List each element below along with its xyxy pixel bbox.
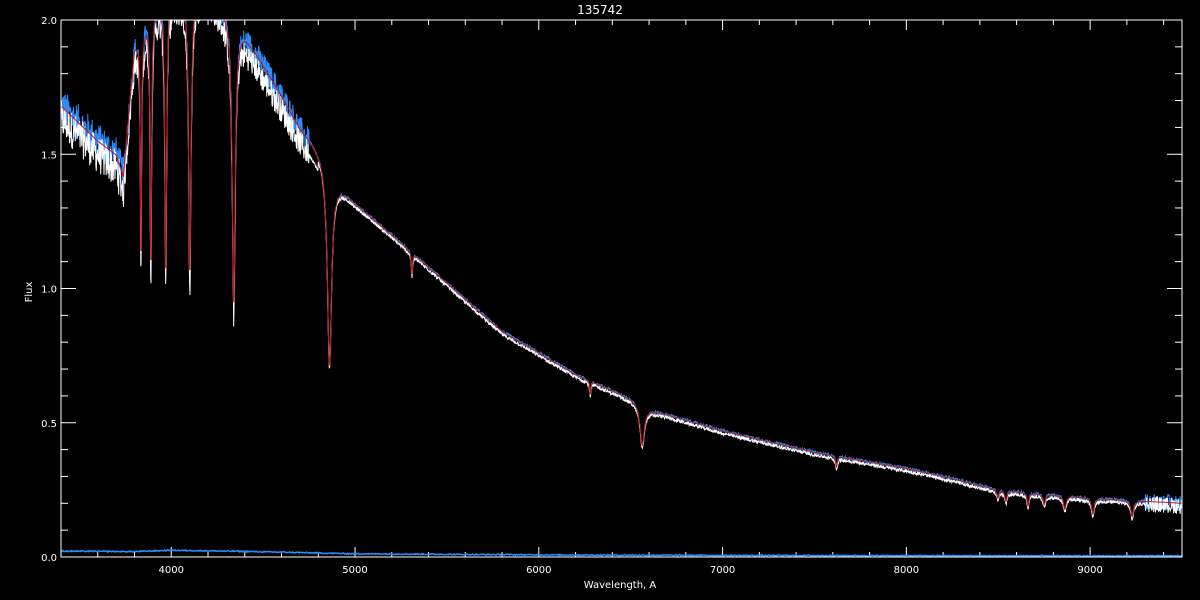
- y-tick-label: 2.0: [41, 16, 57, 27]
- y-axis-label: Flux: [24, 282, 35, 303]
- x-tick-label: 5000: [342, 565, 367, 576]
- y-tick-label: 1.5: [41, 150, 57, 161]
- y-tick-label: 1.0: [41, 285, 57, 296]
- x-tick-label: 8000: [894, 565, 919, 576]
- x-tick-label: 9000: [1077, 565, 1102, 576]
- y-tick-label: 0.5: [41, 419, 57, 430]
- x-tick-label: 7000: [710, 565, 735, 576]
- x-axis-label: Wavelength, A: [584, 580, 657, 591]
- chart-background: [0, 0, 1200, 600]
- y-tick-label: 0.0: [41, 553, 57, 564]
- x-tick-label: 6000: [526, 565, 551, 576]
- chart-title: 135742: [577, 3, 623, 17]
- spectrum-chart: 135742 Wavelength, A Flux 4000 5000 6000 70…: [0, 0, 1200, 600]
- x-tick-label: 4000: [159, 565, 184, 576]
